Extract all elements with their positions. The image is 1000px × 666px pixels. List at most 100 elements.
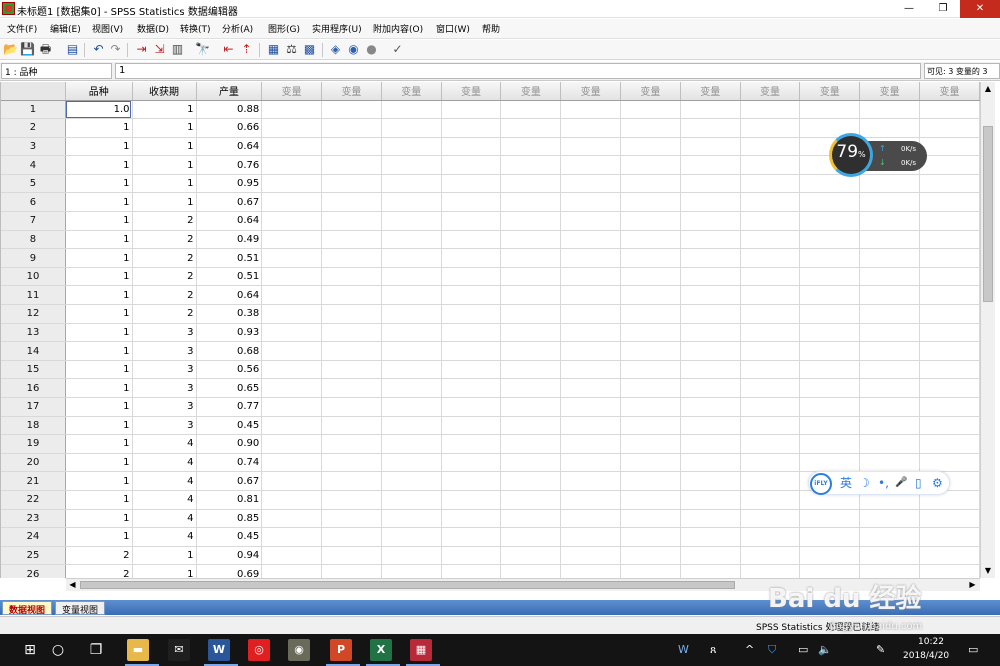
empty-cell[interactable] — [740, 378, 801, 398]
data-cell[interactable]: 0.93 — [196, 323, 263, 343]
empty-cell[interactable] — [321, 453, 382, 473]
empty-cell[interactable] — [560, 248, 622, 268]
open-icon[interactable]: 📂 — [3, 42, 18, 57]
data-cell[interactable]: 2 — [132, 304, 197, 324]
empty-cell[interactable] — [620, 137, 681, 157]
empty-cell[interactable] — [500, 267, 562, 287]
empty-cell[interactable] — [680, 471, 741, 491]
spss-taskbar-icon[interactable]: ▦ — [410, 639, 432, 661]
data-cell[interactable]: 1 — [132, 192, 197, 213]
column-header-var[interactable]: 变量 — [620, 82, 681, 101]
empty-cell[interactable] — [500, 564, 562, 578]
row-number-header[interactable]: 26 — [1, 564, 66, 578]
empty-cell[interactable] — [740, 267, 801, 287]
spell-check-icon[interactable]: ✓ — [390, 42, 405, 57]
empty-cell[interactable] — [381, 267, 442, 287]
empty-cell[interactable] — [261, 100, 323, 120]
empty-cell[interactable] — [680, 285, 741, 306]
data-cell[interactable]: 4 — [132, 453, 197, 473]
empty-cell[interactable] — [740, 471, 801, 491]
row-number-header[interactable]: 25 — [1, 546, 66, 566]
moon-icon[interactable]: ☽ — [859, 475, 870, 491]
data-cell[interactable]: 0.38 — [196, 304, 263, 324]
column-header-var[interactable]: 变量 — [500, 82, 562, 101]
empty-cell[interactable] — [261, 248, 323, 268]
empty-cell[interactable] — [859, 546, 921, 566]
column-header-var[interactable]: 变量 — [321, 82, 382, 101]
minimize-button[interactable]: — — [892, 0, 926, 18]
empty-cell[interactable] — [261, 211, 323, 231]
empty-cell[interactable] — [919, 378, 980, 398]
empty-cell[interactable] — [799, 100, 861, 120]
empty-cell[interactable] — [859, 323, 921, 343]
mail-icon[interactable]: ✉ — [168, 639, 190, 661]
empty-cell[interactable] — [859, 453, 921, 473]
empty-cell[interactable] — [560, 211, 622, 231]
empty-cell[interactable] — [620, 118, 681, 138]
empty-cell[interactable] — [859, 509, 921, 529]
data-cell[interactable]: 1 — [65, 416, 133, 436]
empty-cell[interactable] — [381, 211, 442, 231]
empty-cell[interactable] — [261, 397, 323, 417]
empty-cell[interactable] — [381, 174, 442, 194]
keyboard-icon[interactable]: ▯ — [915, 475, 922, 491]
vertical-scrollbar[interactable]: ▲ ▼ — [980, 82, 995, 578]
empty-cell[interactable] — [560, 341, 622, 361]
empty-cell[interactable] — [321, 341, 382, 361]
empty-cell[interactable] — [441, 527, 502, 547]
column-header-var[interactable]: 变量 — [441, 82, 502, 101]
empty-cell[interactable] — [441, 453, 502, 473]
empty-cell[interactable] — [500, 546, 562, 566]
empty-cell[interactable] — [500, 100, 562, 120]
start-windows-icon[interactable]: ⊞ — [20, 640, 40, 660]
netease-music-icon[interactable]: ◎ — [248, 639, 270, 661]
data-cell[interactable]: 0.51 — [196, 248, 263, 268]
empty-cell[interactable] — [441, 416, 502, 436]
data-cell[interactable]: 0.88 — [196, 100, 263, 120]
empty-cell[interactable] — [441, 100, 502, 120]
empty-cell[interactable] — [321, 434, 382, 454]
empty-cell[interactable] — [381, 416, 442, 436]
empty-cell[interactable] — [261, 304, 323, 324]
insert-variable-icon[interactable]: ⇡ — [239, 42, 254, 57]
empty-cell[interactable] — [919, 118, 980, 138]
empty-cell[interactable] — [381, 509, 442, 529]
empty-cell[interactable] — [919, 304, 980, 324]
menu-file[interactable]: 文件(F) — [7, 22, 37, 35]
empty-cell[interactable] — [500, 490, 562, 510]
empty-cell[interactable] — [500, 341, 562, 361]
data-cell[interactable]: 2 — [65, 546, 133, 566]
empty-cell[interactable] — [680, 192, 741, 213]
empty-cell[interactable] — [560, 155, 622, 175]
empty-cell[interactable] — [441, 323, 502, 343]
empty-cell[interactable] — [620, 564, 681, 578]
empty-cell[interactable] — [500, 453, 562, 473]
empty-cell[interactable] — [441, 378, 502, 398]
empty-cell[interactable] — [859, 564, 921, 578]
empty-cell[interactable] — [321, 155, 382, 175]
redo-icon[interactable]: ↷ — [108, 42, 123, 57]
empty-cell[interactable] — [441, 285, 502, 306]
empty-cell[interactable] — [261, 267, 323, 287]
data-cell[interactable]: 4 — [132, 509, 197, 529]
empty-cell[interactable] — [441, 267, 502, 287]
empty-cell[interactable] — [680, 323, 741, 343]
data-cell[interactable]: 2 — [132, 248, 197, 268]
column-header-variety[interactable]: 品种 — [65, 82, 133, 101]
empty-cell[interactable] — [500, 509, 562, 529]
show-all-icon[interactable]: ● — [364, 42, 379, 57]
empty-cell[interactable] — [560, 118, 622, 138]
empty-cell[interactable] — [441, 248, 502, 268]
empty-cell[interactable] — [261, 453, 323, 473]
empty-cell[interactable] — [381, 100, 442, 120]
empty-cell[interactable] — [919, 267, 980, 287]
empty-cell[interactable] — [740, 304, 801, 324]
empty-cell[interactable] — [500, 397, 562, 417]
empty-cell[interactable] — [560, 509, 622, 529]
row-number-header[interactable]: 20 — [1, 453, 66, 473]
empty-cell[interactable] — [799, 378, 861, 398]
scroll-up-arrow-icon[interactable]: ▲ — [981, 82, 995, 96]
select-cases-icon[interactable]: ▩ — [302, 42, 317, 57]
data-cell[interactable]: 1 — [65, 378, 133, 398]
empty-cell[interactable] — [500, 378, 562, 398]
